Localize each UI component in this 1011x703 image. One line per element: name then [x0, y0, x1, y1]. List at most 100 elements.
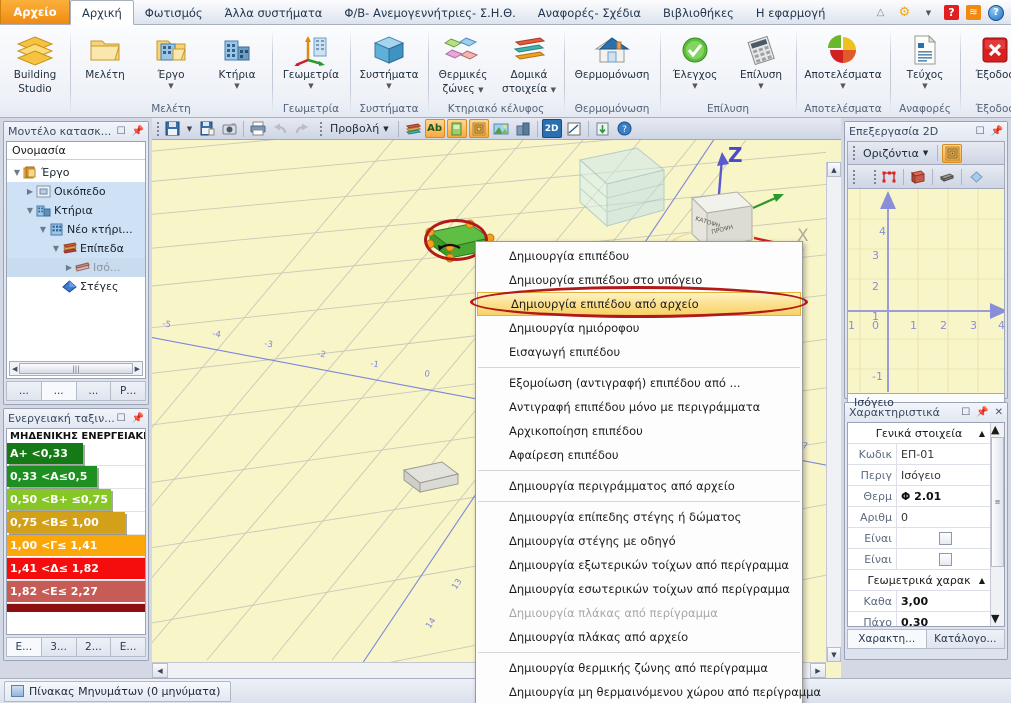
menu-item-remove-level[interactable]: Αφαίρεση επιπέδου: [476, 443, 802, 467]
scroll-right-icon[interactable]: ▶: [135, 365, 140, 373]
chevron-down-icon[interactable]: ▼: [234, 82, 239, 90]
menu-item-create-interior-walls[interactable]: Δημιουργία εσωτερικών τοίχων από περίγρα…: [476, 577, 802, 601]
ribbon-button-systimata[interactable]: Συστήματα ▼: [352, 29, 426, 90]
chevron-down-icon[interactable]: ▼: [923, 149, 928, 157]
ribbon-button-domika-stoixeia[interactable]: Δομικά στοιχεία ▼: [496, 29, 562, 95]
energy-class-row[interactable]: 0,75 <B≤ 1,00: [7, 512, 145, 535]
view-dropdown[interactable]: Προβολή ▼: [325, 119, 394, 138]
zone-icon[interactable]: [966, 167, 986, 186]
chevron-down-icon[interactable]: ▼: [692, 82, 697, 90]
properties-section-header-geometry[interactable]: Γεωμετρικά χαρακ ▲: [848, 570, 990, 591]
toolbar-grip[interactable]: [155, 121, 160, 137]
scroll-thumb[interactable]: ≡: [991, 437, 1004, 567]
ribbon-button-elegxos[interactable]: Έλεγχος ▼: [662, 29, 728, 90]
grid-toggle-icon[interactable]: [468, 119, 489, 138]
expander-icon[interactable]: ▶: [63, 263, 75, 272]
layers-toggle-icon[interactable]: [403, 119, 423, 138]
tab-katalogos[interactable]: Κατάλογο...: [925, 629, 1005, 649]
menu-item-create-flat-roof[interactable]: Δημιουργία επίπεδης στέγης ή δώματος: [476, 505, 802, 529]
property-value[interactable]: ΕΠ-01: [896, 444, 990, 464]
ribbon-button-ergo[interactable]: Έργο ▼: [138, 29, 204, 90]
pin-icon[interactable]: 📌: [991, 126, 1003, 137]
expander-icon[interactable]: ▼: [37, 225, 49, 234]
scroll-up-icon[interactable]: ▲: [991, 423, 1004, 437]
energy-tab-3[interactable]: 2...: [75, 637, 111, 657]
toolbar-grip-2[interactable]: [872, 169, 877, 185]
menu-item-create-outline-from-file[interactable]: Δημιουργία περιγράμματος από αρχείο: [476, 474, 802, 498]
tab-arxeio[interactable]: Αρχείο: [0, 0, 70, 24]
viewport-vertical-scrollbar[interactable]: ▲ ▼: [826, 162, 841, 662]
property-value[interactable]: 3,00: [896, 591, 990, 611]
snapshot-icon[interactable]: [219, 119, 239, 138]
checkbox[interactable]: [939, 552, 952, 566]
background-toggle-icon[interactable]: [491, 119, 511, 138]
energy-class-row[interactable]: 1,00 <Γ≤ 1,41: [7, 535, 145, 558]
scroll-left-icon[interactable]: ◀: [12, 365, 17, 373]
ribbon-button-ktiria[interactable]: Κτήρια ▼: [204, 29, 270, 90]
dropdown-caret-icon[interactable]: ▼: [920, 4, 937, 21]
tab-alla-systimata[interactable]: Άλλα συστήματα: [214, 1, 334, 24]
tree-node-steges[interactable]: Στέγες: [7, 277, 145, 296]
tree-node-ktiria[interactable]: ▼ Κτήρια: [7, 201, 145, 220]
property-row[interactable]: Πάχο 0,30: [848, 612, 990, 626]
2d-view-icon[interactable]: 2D: [541, 119, 562, 138]
property-row[interactable]: Περιγ Ισόγειο: [848, 465, 990, 486]
model-tab-4[interactable]: Ρ...: [110, 381, 146, 401]
toolbar-grip[interactable]: [851, 145, 856, 161]
chevron-down-icon[interactable]: ▼: [840, 82, 845, 90]
property-row[interactable]: Κωδικ ΕΠ-01: [848, 444, 990, 465]
expander-icon[interactable]: ▼: [50, 244, 62, 253]
rss-icon[interactable]: ≋: [966, 5, 981, 20]
ribbon-button-apotelesmata[interactable]: Αποτελέσματα ▼: [798, 29, 888, 90]
tree-node-epipeda[interactable]: ▼ Επίπεδα: [7, 239, 145, 258]
collapse-ribbon-icon[interactable]: △: [872, 4, 889, 21]
chevron-down-icon[interactable]: ▼: [308, 82, 313, 90]
undo-icon[interactable]: [270, 119, 290, 138]
properties-vertical-scrollbar[interactable]: ▲ ≡ ▼: [990, 423, 1004, 626]
expander-icon[interactable]: ▼: [24, 206, 36, 215]
ribbon-button-epilysi[interactable]: Επίλυση ▼: [728, 29, 794, 90]
energy-class-row[interactable]: 1,41 <Δ≤ 1,82: [7, 558, 145, 581]
menu-item-create-unheated-space[interactable]: Δημιουργία μη θερμαινόμενου χώρου από πε…: [476, 680, 821, 703]
energy-class-row[interactable]: 0,33 <A≤0,5: [7, 466, 145, 489]
chevron-down-icon[interactable]: ▼: [922, 82, 927, 90]
tab-fotismos[interactable]: Φωτισμός: [134, 1, 214, 24]
scroll-down-icon[interactable]: ▼: [827, 647, 841, 662]
energy-class-row[interactable]: A+ <0,33: [7, 443, 145, 466]
labels-toggle-icon[interactable]: Ab: [424, 119, 445, 138]
energy-class-row[interactable]: 0,50 <B+ ≤0,75: [7, 489, 145, 512]
expander-icon[interactable]: ▶: [24, 187, 36, 196]
tab-i-efarmogi[interactable]: Η εφαρμογή: [745, 1, 836, 24]
model-tab-2[interactable]: ...: [40, 381, 76, 401]
tree-node-isogeio[interactable]: ▶ Ισό...: [7, 258, 145, 277]
menu-item-create-level-from-file[interactable]: Δημιουργία επιπέδου από αρχείο: [477, 292, 801, 316]
energy-class-row[interactable]: [7, 604, 145, 612]
tab-anafores-sxedia[interactable]: Αναφορές- Σχέδια: [527, 1, 652, 24]
save-icon[interactable]: [162, 119, 182, 138]
energy-class-row[interactable]: 1,82 <Ε≤ 2,27: [7, 581, 145, 604]
pin-icon[interactable]: 📌: [976, 407, 988, 418]
tree-node-ergo[interactable]: ▼ Έργο: [7, 163, 145, 182]
property-value[interactable]: Ισόγειο: [896, 465, 990, 485]
menu-item-create-exterior-walls[interactable]: Δημιουργία εξωτερικών τοίχων από περίγρα…: [476, 553, 802, 577]
snap-grid-icon[interactable]: [942, 143, 963, 163]
ribbon-button-teyxos[interactable]: Τεύχος ▼: [892, 29, 958, 90]
menu-item-create-level-basement[interactable]: Δημιουργία επιπέδου στο υπόγειο: [476, 268, 802, 292]
energy-tab-4[interactable]: Ε...: [110, 637, 146, 657]
redo-icon[interactable]: [292, 119, 312, 138]
tree-node-neo-ktirio[interactable]: ▼ Νέο κτήρι...: [7, 220, 145, 239]
save-as-icon[interactable]: [197, 119, 217, 138]
tab-vivliothikes[interactable]: Βιβλιοθήκες: [652, 1, 745, 24]
menu-item-insert-level[interactable]: Εισαγωγή επιπέδου: [476, 340, 802, 364]
menu-item-copy-level-outlines-only[interactable]: Αντιγραφή επιπέδου μόνο με περιγράμματα: [476, 395, 802, 419]
tree-node-oikopedo[interactable]: ▶ Οικόπεδο: [7, 182, 145, 201]
properties-section-header-general[interactable]: Γενικά στοιχεία ▲: [848, 423, 990, 444]
menu-item-simulate-copy-level[interactable]: Εξομοίωση (αντιγραφή) επιπέδου από ...: [476, 371, 802, 395]
restore-icon[interactable]: ☐: [117, 126, 126, 137]
chevron-down-icon[interactable]: ▼: [386, 82, 391, 90]
sketch-icon[interactable]: [564, 119, 584, 138]
ribbon-button-thermomonosi[interactable]: Θερμομόνωση: [566, 29, 658, 82]
building-toggle-icon[interactable]: [513, 119, 533, 138]
edit-2d-grid[interactable]: 321 -1 4 10 12 34: [847, 189, 1005, 394]
expander-icon[interactable]: ▼: [11, 168, 23, 177]
